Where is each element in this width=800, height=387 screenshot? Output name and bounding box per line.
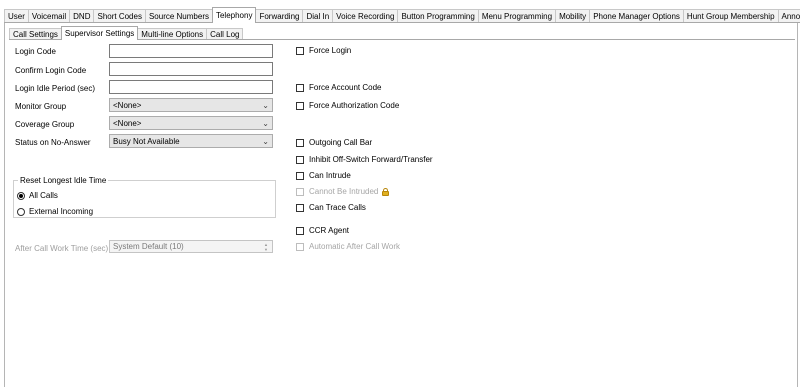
can-intrude-label: Can Intrude xyxy=(309,171,351,180)
radio-all-calls-label: All Calls xyxy=(29,191,58,200)
outgoing-call-bar-label: Outgoing Call Bar xyxy=(309,138,373,147)
checkbox-unchecked-icon xyxy=(296,203,304,212)
inhibit-off-switch-label: Inhibit Off-Switch Forward/Transfer xyxy=(309,155,433,164)
cannot-be-intruded-checkbox[interactable]: Cannot Be Intruded xyxy=(296,187,390,196)
tab-dial-in[interactable]: Dial In xyxy=(302,9,334,23)
checkbox-unchecked-icon xyxy=(296,155,304,164)
can-intrude-checkbox[interactable]: Can Intrude xyxy=(296,171,351,180)
top-tab-strip: User Voicemail DND Short Codes Source Nu… xyxy=(4,7,800,23)
ccr-agent-checkbox[interactable]: CCR Agent xyxy=(296,226,349,235)
force-account-code-label: Force Account Code xyxy=(309,83,382,92)
login-idle-period-label: Login Idle Period (sec) xyxy=(15,84,96,93)
force-login-label: Force Login xyxy=(309,46,352,55)
tab-forwarding[interactable]: Forwarding xyxy=(255,9,304,23)
automatic-after-call-work-checkbox[interactable]: Automatic After Call Work xyxy=(296,242,400,251)
checkbox-unchecked-icon xyxy=(296,101,304,110)
tab-hunt-group-membership[interactable]: Hunt Group Membership xyxy=(682,9,779,23)
tab-dnd[interactable]: DND xyxy=(69,9,95,23)
cannot-be-intruded-label: Cannot Be Intruded xyxy=(309,187,379,196)
automatic-after-call-work-label: Automatic After Call Work xyxy=(309,242,400,251)
login-code-label: Login Code xyxy=(15,47,56,56)
checkbox-disabled-icon xyxy=(296,187,304,196)
monitor-group-value: <None> xyxy=(113,100,142,110)
radio-external-incoming-label: External Incoming xyxy=(29,207,94,216)
tab-source-numbers[interactable]: Source Numbers xyxy=(144,9,213,23)
radio-selected-icon xyxy=(17,191,25,200)
panel-border-right xyxy=(797,22,798,387)
inhibit-off-switch-checkbox[interactable]: Inhibit Off-Switch Forward/Transfer xyxy=(296,155,433,164)
checkbox-unchecked-icon xyxy=(296,46,304,55)
status-on-no-answer-value: Busy Not Available xyxy=(113,136,180,146)
tab-user[interactable]: User xyxy=(4,9,29,23)
reset-longest-idle-time-legend: Reset Longest Idle Time xyxy=(20,176,107,185)
tab-announcements[interactable]: Announ xyxy=(777,9,800,23)
after-call-work-time-value: System Default (10) xyxy=(113,242,184,251)
checkbox-unchecked-icon xyxy=(296,83,304,92)
chevron-down-icon: ⌄ xyxy=(262,137,269,146)
tab-voice-recording[interactable]: Voice Recording xyxy=(332,9,399,23)
spinner-arrows-icon[interactable]: ▲ ▼ xyxy=(262,241,270,252)
login-idle-period-input[interactable] xyxy=(109,80,273,94)
status-on-no-answer-select[interactable]: Busy Not Available ⌄ xyxy=(109,134,273,148)
tab-supervisor-settings[interactable]: Supervisor Settings xyxy=(60,26,139,40)
checkbox-unchecked-icon xyxy=(296,138,304,147)
tab-mobility[interactable]: Mobility xyxy=(555,9,591,23)
tab-short-codes[interactable]: Short Codes xyxy=(93,9,146,23)
chevron-down-icon: ⌄ xyxy=(262,119,269,128)
coverage-group-select[interactable]: <None> ⌄ xyxy=(109,116,273,130)
status-on-no-answer-label: Status on No-Answer xyxy=(15,138,91,147)
chevron-down-icon: ⌄ xyxy=(262,101,269,110)
tab-phone-manager-options[interactable]: Phone Manager Options xyxy=(589,9,684,23)
confirm-login-code-input[interactable] xyxy=(109,62,273,76)
force-login-checkbox[interactable]: Force Login xyxy=(296,46,351,55)
coverage-group-label: Coverage Group xyxy=(15,120,75,129)
monitor-group-label: Monitor Group xyxy=(15,102,67,111)
can-trace-calls-label: Can Trace Calls xyxy=(309,203,366,212)
confirm-login-code-label: Confirm Login Code xyxy=(15,66,87,75)
checkbox-unchecked-icon xyxy=(296,226,304,235)
monitor-group-select[interactable]: <None> ⌄ xyxy=(109,98,273,112)
force-account-code-checkbox[interactable]: Force Account Code xyxy=(296,83,381,92)
checkbox-unchecked-icon xyxy=(296,171,304,180)
force-authorization-code-label: Force Authorization Code xyxy=(309,101,400,110)
panel-border-left xyxy=(4,22,5,387)
top-tab-divider xyxy=(4,22,800,23)
outgoing-call-bar-checkbox[interactable]: Outgoing Call Bar xyxy=(296,138,372,147)
tab-menu-programming[interactable]: Menu Programming xyxy=(477,9,557,23)
radio-external-incoming[interactable]: External Incoming xyxy=(17,207,93,216)
radio-all-calls[interactable]: All Calls xyxy=(17,191,58,200)
login-code-input[interactable] xyxy=(109,44,273,58)
tab-button-programming[interactable]: Button Programming xyxy=(397,9,479,23)
after-call-work-time-label: After Call Work Time (sec) xyxy=(15,244,109,253)
radio-unselected-icon xyxy=(17,207,25,216)
tab-telephony[interactable]: Telephony xyxy=(211,7,257,23)
tab-voicemail[interactable]: Voicemail xyxy=(27,9,71,23)
ccr-agent-label: CCR Agent xyxy=(309,226,350,235)
lock-icon xyxy=(382,187,390,196)
sub-tab-strip: Call Settings Supervisor Settings Multi-… xyxy=(9,26,244,40)
force-authorization-code-checkbox[interactable]: Force Authorization Code xyxy=(296,101,399,110)
coverage-group-value: <None> xyxy=(113,118,142,128)
checkbox-disabled-icon xyxy=(296,242,304,251)
after-call-work-time-spinner[interactable]: System Default (10) ▲ ▼ xyxy=(109,240,273,253)
can-trace-calls-checkbox[interactable]: Can Trace Calls xyxy=(296,203,366,212)
